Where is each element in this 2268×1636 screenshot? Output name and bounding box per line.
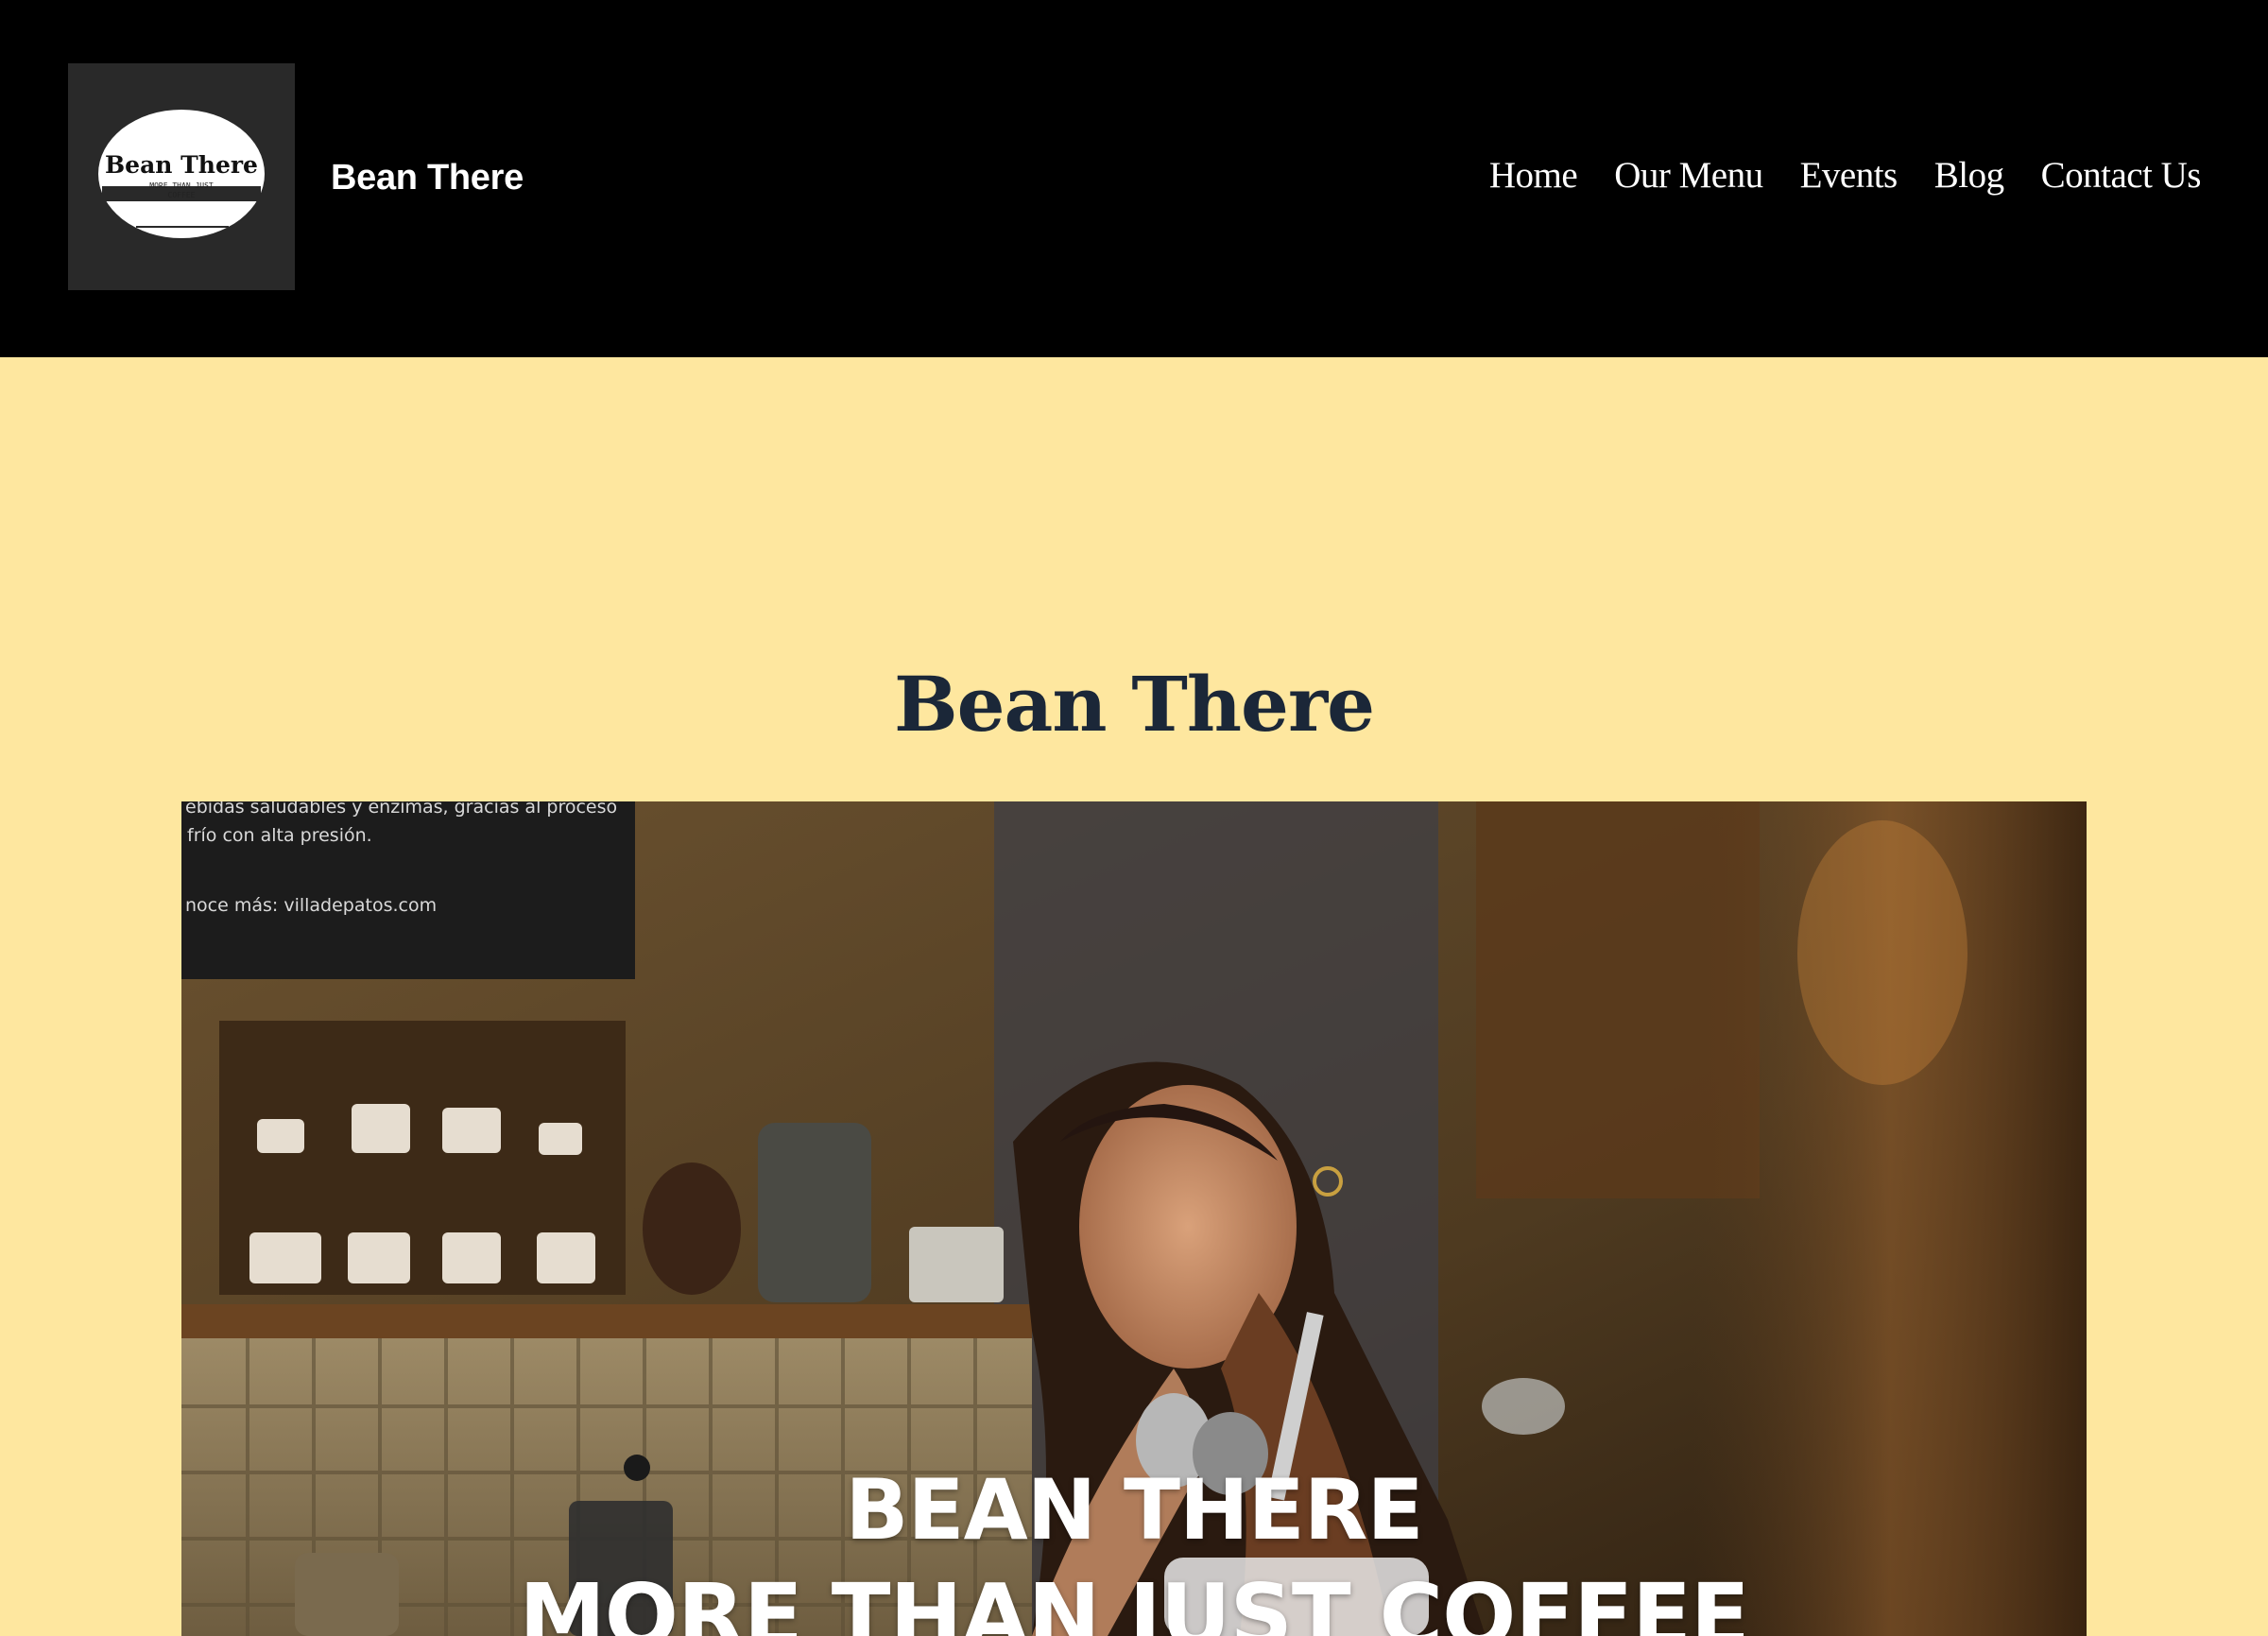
- logo-tagline-2: COFFEE: [168, 191, 196, 199]
- main-navigation: Home Our Menu Events Blog Contact Us: [1489, 149, 2202, 202]
- sign-text-3: noce más: villadepatos.com: [185, 895, 437, 916]
- sign-text-1: ebidas saludables y enzimas, gracias al …: [185, 801, 617, 818]
- site-header: Bean There MORE THAN JUST COFFEE Bean Th…: [0, 0, 2268, 357]
- video-overlay-title: BEAN THERE: [845, 1461, 1423, 1559]
- page-heading: Bean There: [893, 659, 1375, 749]
- nav-link-blog[interactable]: Blog: [1934, 149, 2004, 202]
- nav-link-events[interactable]: Events: [1800, 149, 1899, 202]
- logo-emblem: Bean There MORE THAN JUST COFFEE: [98, 110, 265, 238]
- sign-text-2: frío con alta presión.: [187, 825, 372, 846]
- nav-link-our-menu[interactable]: Our Menu: [1614, 149, 1763, 202]
- nav-link-contact-us[interactable]: Contact Us: [2041, 149, 2202, 202]
- video-overlay-tagline: MORE THAN JUST COFFEE: [519, 1565, 1750, 1636]
- logo-title: Bean There: [105, 151, 258, 179]
- hero-video[interactable]: ebidas saludables y enzimas, gracias al …: [181, 801, 2087, 1636]
- site-logo[interactable]: Bean There MORE THAN JUST COFFEE: [68, 63, 295, 290]
- site-title-link[interactable]: Bean There: [331, 151, 524, 204]
- nav-link-home[interactable]: Home: [1489, 149, 1578, 202]
- logo-tagline-1: MORE THAN JUST: [149, 181, 214, 190]
